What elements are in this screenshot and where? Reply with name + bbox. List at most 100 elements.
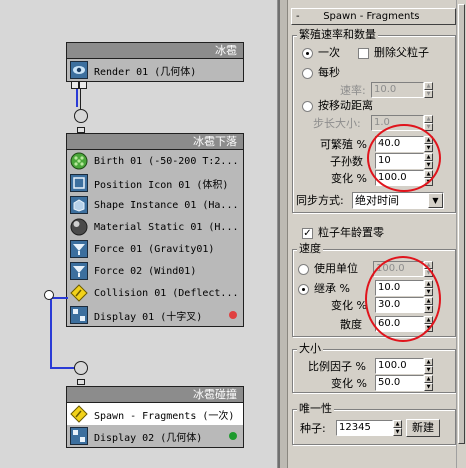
size-variation-label: 变化 % — [331, 377, 367, 390]
chevron-down-icon[interactable]: ▼ — [428, 193, 443, 208]
scale-factor-spinner[interactable]: 100.0 ▲ ▼ — [375, 358, 433, 374]
operator-display[interactable]: Display 01 (十字叉) — [67, 304, 243, 326]
radio-once-label[interactable]: 一次 — [318, 46, 340, 60]
operator-label: Display 01 (十字叉) — [94, 311, 203, 323]
node-input-socket[interactable] — [74, 361, 88, 375]
display-icon — [70, 427, 88, 445]
operator-force-gravity[interactable]: Force 01 (Gravity01) — [67, 238, 243, 260]
new-seed-button[interactable]: 新建 — [406, 419, 440, 437]
operator-shape-instance[interactable]: Shape Instance 01 (Ha... — [67, 194, 243, 216]
panel-left-edge — [280, 0, 288, 468]
spinner-arrows[interactable]: ▲ ▼ — [393, 420, 402, 436]
operator-label: Material Static 01 (H... — [94, 221, 239, 233]
sync-dropdown-value[interactable]: 绝对时间 — [353, 193, 428, 208]
display-color-dot[interactable] — [229, 311, 237, 319]
seed-field[interactable]: 12345 — [336, 420, 393, 436]
age-reset-label[interactable]: 粒子年龄置零 — [318, 226, 384, 240]
rate-label: 速率: — [340, 84, 366, 97]
wire-link — [80, 89, 81, 109]
offspring-label: 子孙数 — [330, 155, 363, 168]
rollout-collapse-sign: - — [296, 11, 300, 22]
operator-label: Spawn - Fragments (一次) — [94, 410, 235, 422]
operator-force-wind[interactable]: Force 02 (Wind01) — [67, 260, 243, 282]
event-node-hail[interactable]: 冰雹 Render 01 (几何体) — [66, 42, 244, 82]
radio-by-distance-label[interactable]: 按移动距离 — [318, 99, 373, 113]
force-icon — [70, 262, 88, 280]
variation-label: 变化 % — [331, 172, 367, 185]
radio-per-second-label[interactable]: 每秒 — [318, 66, 340, 80]
operator-label: Force 02 (Wind01) — [94, 265, 197, 277]
spinner-arrows[interactable]: ▲ ▼ — [424, 115, 433, 131]
shape-instance-icon — [70, 196, 88, 214]
speed-variation-label: 变化 % — [331, 299, 367, 312]
seed-label: 种子: — [300, 422, 326, 435]
operator-label: Force 01 (Gravity01) — [94, 243, 215, 255]
size-variation-spinner[interactable]: 50.0 ▲ ▼ — [375, 375, 433, 391]
event-node-hail-fall[interactable]: 冰雹下落 Birth 01 (-50-200 T:2... Position I… — [66, 133, 244, 327]
inherit-label[interactable]: 继承 % — [314, 282, 350, 296]
wire — [50, 297, 52, 369]
collision-output-socket[interactable] — [44, 290, 54, 300]
spinner-arrows[interactable]: ▲ ▼ — [424, 375, 433, 391]
use-units-label[interactable]: 使用单位 — [314, 262, 358, 276]
operator-label: Collision 01 (Deflect... — [94, 287, 239, 299]
delete-parent-checkbox[interactable] — [358, 48, 369, 59]
operator-render[interactable]: Render 01 (几何体) — [67, 59, 243, 81]
position-icon — [70, 174, 88, 192]
radio-once[interactable] — [302, 48, 313, 59]
node-input-socket[interactable] — [74, 109, 88, 123]
highlight-ellipse — [365, 256, 441, 342]
group-label: 大小 — [297, 342, 323, 355]
force-icon — [70, 240, 88, 258]
operator-label: Display 02 (几何体) — [94, 432, 203, 444]
display-color-dot[interactable] — [229, 432, 237, 440]
rollout-header-spawn[interactable]: - Spawn - Fragments — [291, 8, 456, 25]
wire — [76, 89, 78, 107]
operator-label: Position Icon 01 (体积) — [94, 179, 229, 191]
sync-dropdown[interactable]: 绝对时间 ▼ — [352, 192, 444, 209]
highlight-ellipse — [367, 124, 441, 192]
operator-display[interactable]: Display 02 (几何体) — [67, 425, 243, 447]
operator-birth[interactable]: Birth 01 (-50-200 T:2... — [67, 150, 243, 172]
event-node-title[interactable]: 冰雹碰撞 — [67, 387, 243, 403]
spawnable-label: 可繁殖 % — [320, 138, 367, 151]
node-output-port[interactable] — [79, 81, 87, 89]
spinner-arrows[interactable]: ▲ ▼ — [424, 358, 433, 374]
wire — [50, 367, 76, 369]
operator-collision-test[interactable]: Collision 01 (Deflect... — [67, 282, 243, 304]
collision-test-icon — [70, 284, 88, 302]
sync-label: 同步方式: — [296, 194, 344, 207]
size-variation-field[interactable]: 50.0 — [375, 375, 424, 391]
particle-view-graph[interactable]: 冰雹 Render 01 (几何体) 冰雹下落 Birth 01 (-50-20… — [0, 0, 278, 468]
event-node-title[interactable]: 冰雹 — [67, 43, 243, 59]
material-icon — [70, 218, 88, 236]
rate-field[interactable]: 10.0 — [371, 82, 424, 98]
display-icon — [70, 306, 88, 324]
operator-material-static[interactable]: Material Static 01 (H... — [67, 216, 243, 238]
operator-label: Shape Instance 01 (Ha... — [94, 199, 239, 211]
seed-spinner[interactable]: 12345 ▲ ▼ — [336, 420, 402, 436]
spawn-test-icon — [70, 405, 88, 423]
group-label: 唯一性 — [297, 402, 334, 415]
birth-icon — [70, 152, 88, 170]
age-reset-checkbox[interactable]: ✓ — [302, 228, 313, 239]
operator-position-icon[interactable]: Position Icon 01 (体积) — [67, 172, 243, 194]
radio-per-second[interactable] — [302, 68, 313, 79]
scale-factor-label: 比例因子 % — [308, 360, 366, 373]
scale-factor-field[interactable]: 100.0 — [375, 358, 424, 374]
radio-use-units[interactable] — [298, 264, 309, 275]
node-output-port[interactable] — [71, 81, 79, 89]
rate-spinner[interactable]: 10.0 ▲ ▼ — [371, 82, 433, 98]
radio-inherit[interactable] — [298, 284, 309, 295]
scrollbar-thumb[interactable] — [458, 4, 465, 444]
spinner-arrows[interactable]: ▲ ▼ — [424, 82, 433, 98]
event-node-title[interactable]: 冰雹下落 — [67, 134, 243, 150]
step-size-label: 步长大小: — [313, 117, 361, 130]
delete-parent-label[interactable]: 删除父粒子 — [374, 46, 429, 60]
event-node-hail-collision[interactable]: 冰雹碰撞 Spawn - Fragments (一次) Display 02 (… — [66, 386, 244, 448]
operator-label: Render 01 (几何体) — [94, 66, 197, 78]
radio-by-distance[interactable] — [302, 101, 313, 112]
operator-spawn-fragments[interactable]: Spawn - Fragments (一次) — [67, 403, 243, 425]
group-label: 速度 — [297, 242, 323, 255]
panel-scrollbar[interactable] — [456, 0, 466, 468]
